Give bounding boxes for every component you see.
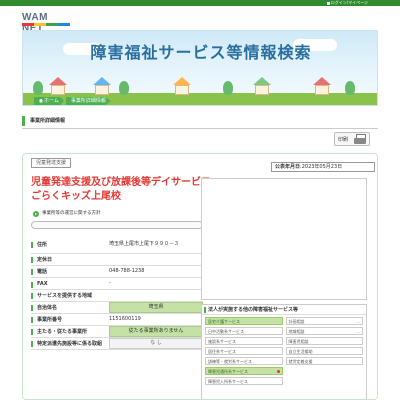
logo-color-bar [22, 23, 70, 26]
expand-arrow-icon [33, 211, 39, 217]
printer-icon [354, 134, 366, 144]
info-row: FAX - [31, 278, 203, 290]
info-value: 埼玉県 [109, 302, 203, 313]
corp-services-col-2: 計画相談 … 地域相談 … 障害児相談自立生活援助 就労定着支援 [285, 317, 363, 387]
info-row: 定休日 [31, 254, 203, 266]
info-label: サービスを提供する地域 [31, 292, 109, 299]
wamnet-logo[interactable]: WAM NET [22, 12, 70, 34]
service-link[interactable]: 地域相談 … [285, 327, 363, 335]
policy-toggle[interactable]: 事業所等の運営に関する方針 [33, 210, 101, 218]
info-label: 主たる・従たる事業所 [31, 328, 109, 335]
home-icon [39, 98, 43, 103]
info-row: サービスを提供する地域 [31, 290, 203, 302]
info-row: 事業所番号 1151600119 [31, 314, 203, 326]
info-value: 従たる事業所ありません [109, 326, 203, 337]
more-indicator: … [356, 329, 360, 334]
info-label: 事業所番号 [31, 316, 109, 323]
divider [22, 128, 378, 129]
breadcrumb: ホーム 事業所詳細情報 [34, 96, 113, 106]
corp-services-col-1: 居宅介護サービス 日中活動系サービス 施設系サービス 居住系サービス訓練等・就労系サー… [205, 317, 283, 387]
service-label: 障害児入所系サービス [208, 379, 248, 384]
service-link[interactable]: 居宅介護サービス [205, 317, 283, 325]
print-button[interactable]: 印刷 [334, 132, 370, 146]
service-label: 障害児相談 [288, 339, 309, 344]
login-link[interactable]: ログイン/マイページ [326, 0, 368, 6]
print-label: 印刷 [338, 136, 349, 143]
service-type-tag: 児童発達支援 [31, 158, 72, 168]
info-label: 自治体名 [31, 304, 109, 311]
house-illustration [253, 77, 271, 95]
active-dot-icon [276, 370, 280, 373]
service-link[interactable]: 施設系サービス [205, 337, 283, 345]
house-illustration [93, 77, 111, 95]
house-illustration [313, 77, 331, 95]
banner: 障害福祉サービス等情報検索 [22, 30, 378, 106]
service-link[interactable]: 障害児相談 [285, 337, 363, 345]
corp-services-panel: 法人が実施する他の障害福祉サービス等 居宅介護サービス 日中活動系サービス 施設系サ… [201, 304, 367, 399]
info-value: 048-788-1238 [109, 268, 145, 274]
info-label: 住所 [31, 241, 109, 248]
service-label: 地域相談 [288, 329, 305, 334]
tree-illustration [223, 81, 233, 95]
facility-name: 児童発達支援及び放課後等デイサービスごらくキッズ上尾校 [31, 177, 211, 202]
service-link[interactable]: 居住系サービス [205, 347, 283, 355]
service-label: 居住系サービス [208, 349, 236, 354]
service-link[interactable]: 訓練等・就労系サービス [205, 357, 283, 365]
page-title: 事業所詳細情報 [22, 116, 378, 126]
info-row: 自治体名 埼玉県 [31, 302, 203, 314]
service-label: 自立生活援助 [288, 349, 313, 354]
service-label: 訓練等・就労系サービス [208, 359, 252, 364]
house-illustration [173, 77, 191, 95]
service-link[interactable]: 障害児入所系サービス [205, 377, 283, 385]
facility-card: 児童発達支援 公表年月日:2023年05月23日 児童発達支援及び放課後等デイサ… [22, 153, 378, 400]
user-icon [326, 1, 330, 5]
more-indicator: … [356, 319, 360, 324]
breadcrumb-current: 事業所詳細情報 [65, 97, 111, 105]
house-illustration [49, 77, 67, 95]
service-label: 障害児通所系サービス [208, 369, 248, 374]
tree-illustration [345, 81, 355, 95]
info-table: 住所 埼玉県上尾市上尾下９９０－３ 定休日 電話 048-788-1238 FAX - サービ… [31, 236, 203, 350]
info-value: な し [109, 338, 203, 349]
service-link[interactable]: 日中活動系サービス [205, 327, 283, 335]
info-label: 特定派遣先施設等に係る取組 [31, 340, 109, 347]
service-link[interactable]: 計画相談 … [285, 317, 363, 325]
service-label: 計画相談 [288, 319, 305, 324]
breadcrumb-home[interactable]: ホーム [34, 97, 64, 105]
info-value: - [109, 280, 111, 286]
tree-illustration [119, 81, 129, 95]
info-label: 電話 [31, 268, 109, 275]
info-label: FAX [31, 281, 109, 288]
info-label: 定休日 [31, 256, 109, 263]
service-label: 施設系サービス [208, 339, 236, 344]
policy-content [31, 221, 203, 229]
info-row: 電話 048-788-1238 [31, 266, 203, 278]
service-link[interactable]: 障害児通所系サービス [205, 367, 283, 375]
corp-services-title: 法人が実施する他の障害福祉サービス等 [202, 305, 366, 315]
info-row: 住所 埼玉県上尾市上尾下９９０－３ [31, 236, 203, 254]
service-label: 居宅介護サービス [208, 319, 240, 324]
service-label: 日中活動系サービス [208, 329, 244, 334]
info-row: 主たる・従たる事業所 従たる事業所ありません [31, 326, 203, 338]
tree-illustration [33, 81, 43, 95]
site-title: 障害福祉サービス等情報検索 [90, 43, 312, 62]
info-value: 埼玉県上尾市上尾下９９０－３ [109, 241, 180, 247]
service-link[interactable]: 就労定着支援 [285, 357, 363, 365]
info-row: 特定派遣先施設等に係る取組な し [31, 338, 203, 350]
facility-image [201, 178, 367, 300]
service-label: 就労定着支援 [288, 359, 313, 364]
service-link[interactable]: 自立生活援助 [285, 347, 363, 355]
publication-date: 公表年月日:2023年05月23日 [271, 162, 375, 172]
info-value: 1151600119 [109, 316, 141, 322]
